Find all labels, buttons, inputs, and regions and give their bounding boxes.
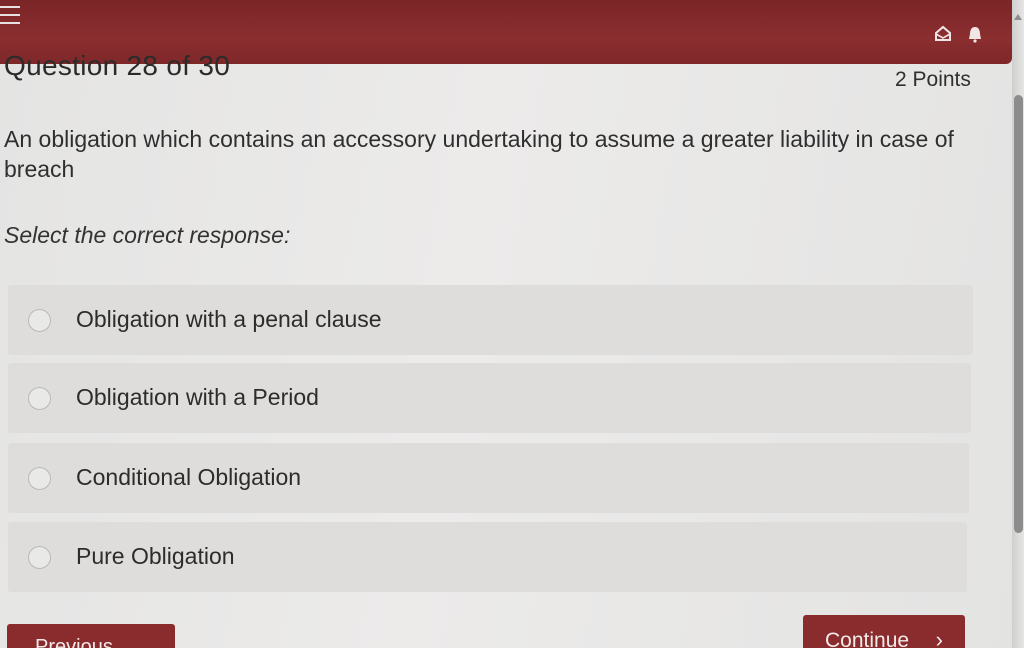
previous-label: Previous (35, 636, 113, 648)
window-edge (1012, 0, 1024, 648)
option-label: Obligation with a Period (76, 384, 319, 410)
radio-button[interactable] (28, 387, 51, 410)
answer-option-1[interactable]: Obligation with a penal clause (8, 285, 973, 355)
option-label: Obligation with a penal clause (76, 306, 382, 332)
answer-option-2[interactable]: Obligation with a Period (8, 363, 971, 433)
question-text: An obligation which contains an accessor… (4, 126, 954, 182)
radio-button[interactable] (28, 546, 51, 569)
continue-label: Continue (825, 629, 910, 648)
mail-icon[interactable] (934, 25, 952, 43)
quiz-screen: Question 28 of 30 2 Points An obligation… (0, 0, 1024, 648)
hamburger-menu-icon[interactable] (0, 6, 22, 32)
option-label: Pure Obligation (76, 543, 235, 569)
scrollbar-thumb[interactable] (1014, 95, 1023, 533)
header-icons (934, 25, 984, 43)
continue-button[interactable]: Continue › (803, 615, 965, 648)
radio-button[interactable] (28, 467, 51, 490)
chevron-right-icon: › (935, 627, 943, 648)
points-label: 2 Points (895, 68, 971, 91)
question-title: Question 28 of 30 (4, 50, 231, 81)
instruction-text: Select the correct response: (4, 222, 291, 248)
bell-icon[interactable] (966, 25, 984, 43)
scroll-up-arrow-icon[interactable] (1014, 14, 1022, 20)
answer-option-4[interactable]: Pure Obligation (8, 522, 967, 592)
previous-button[interactable]: Previous (7, 624, 175, 648)
radio-button[interactable] (28, 309, 51, 332)
answer-option-3[interactable]: Conditional Obligation (8, 443, 969, 513)
option-label: Conditional Obligation (76, 464, 302, 490)
